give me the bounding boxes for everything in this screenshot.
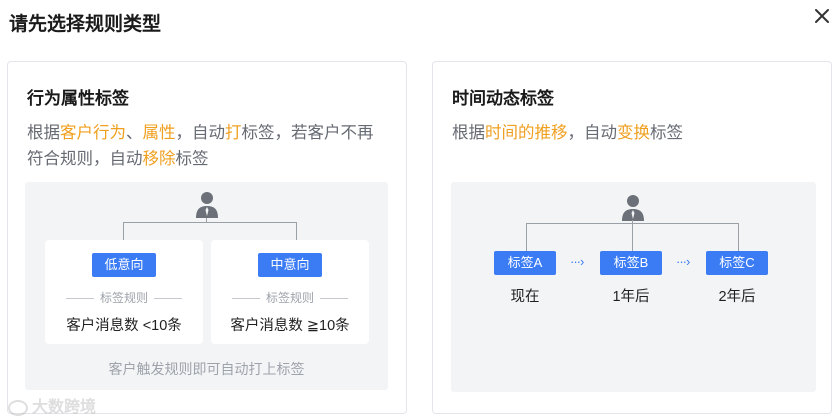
watermark: 大数跨境	[8, 393, 96, 417]
tag-badge-b: 标签B	[600, 251, 662, 275]
watermark-text: 大数跨境	[32, 399, 97, 416]
desc-text: 根据	[452, 124, 485, 142]
rule-label: 标签规则	[211, 289, 369, 306]
behavior-footnote: 客户触发规则即可自动打上标签	[108, 361, 305, 377]
tag-badge-c: 标签C	[706, 251, 768, 275]
watermark-logo-icon	[8, 399, 28, 416]
tag-badge-low-intent: 低意向	[92, 253, 156, 277]
desc-highlight: 时间的推移	[485, 124, 568, 142]
desc-highlight: 变换	[617, 124, 650, 142]
desc-text: 标签	[650, 124, 683, 142]
desc-text: ，自动	[175, 124, 226, 142]
connector-line	[526, 223, 527, 251]
rule-value: 客户消息数 <10条	[66, 318, 182, 334]
desc-highlight: 客户行为	[60, 124, 126, 142]
desc-text: 、	[126, 124, 143, 142]
tag-badge-a: 标签A	[494, 251, 556, 275]
time-illustration: 标签A ···› 标签B ···› 标签C 现在 1年后 2年后	[451, 182, 816, 392]
mid-intent-rule-card: 中意向 标签规则 客户消息数 ≧10条	[211, 240, 369, 344]
connector-line	[632, 223, 633, 251]
dotted-arrow-icon: ···›	[676, 254, 690, 269]
desc-highlight: 打	[225, 124, 242, 142]
rule-label: 标签规则	[45, 289, 203, 306]
connector-line	[296, 222, 297, 240]
behavior-tag-option-card[interactable]: 行为属性标签 根据客户行为、属性，自动打标签，若客户不再符合规则，自动移除标签 …	[7, 61, 407, 414]
connector-line	[206, 218, 207, 223]
desc-text: 根据	[27, 124, 60, 142]
desc-text: ，自动	[567, 124, 618, 142]
dialog-title: 请先选择规则类型	[9, 14, 162, 35]
person-icon	[195, 191, 219, 219]
dotted-arrow-icon: ···›	[570, 254, 584, 269]
time-tag-option-card[interactable]: 时间动态标签 根据时间的推移，自动变换标签 标签A ···› 标签B ···› …	[432, 61, 832, 414]
time-label-one-year: 1年后	[612, 289, 650, 305]
rule-value: 客户消息数 ≧10条	[230, 318, 350, 334]
rule-label-text: 标签规则	[265, 291, 314, 305]
behavior-illustration: 低意向 标签规则 客户消息数 <10条 中意向 标签规则 客户消息数 ≧10条 …	[25, 182, 388, 390]
desc-highlight: 属性	[142, 124, 176, 142]
behavior-card-title: 行为属性标签	[27, 89, 129, 108]
tag-badge-mid-intent: 中意向	[258, 253, 322, 277]
time-card-title: 时间动态标签	[452, 89, 554, 108]
connector-line	[738, 223, 739, 251]
behavior-card-description: 根据客户行为、属性，自动打标签，若客户不再符合规则，自动移除标签	[27, 120, 389, 172]
time-card-description: 根据时间的推移，自动变换标签	[452, 120, 814, 146]
person-icon	[621, 194, 645, 222]
time-label-now: 现在	[510, 289, 540, 305]
connector-line	[123, 222, 297, 223]
time-label-two-years: 2年后	[718, 289, 756, 305]
close-button[interactable]	[812, 6, 832, 26]
low-intent-rule-card: 低意向 标签规则 客户消息数 <10条	[45, 240, 203, 344]
rule-label-text: 标签规则	[99, 291, 148, 305]
desc-highlight: 移除	[142, 150, 176, 168]
connector-line	[123, 222, 124, 240]
close-icon	[815, 9, 829, 23]
desc-text: 标签	[175, 150, 209, 168]
